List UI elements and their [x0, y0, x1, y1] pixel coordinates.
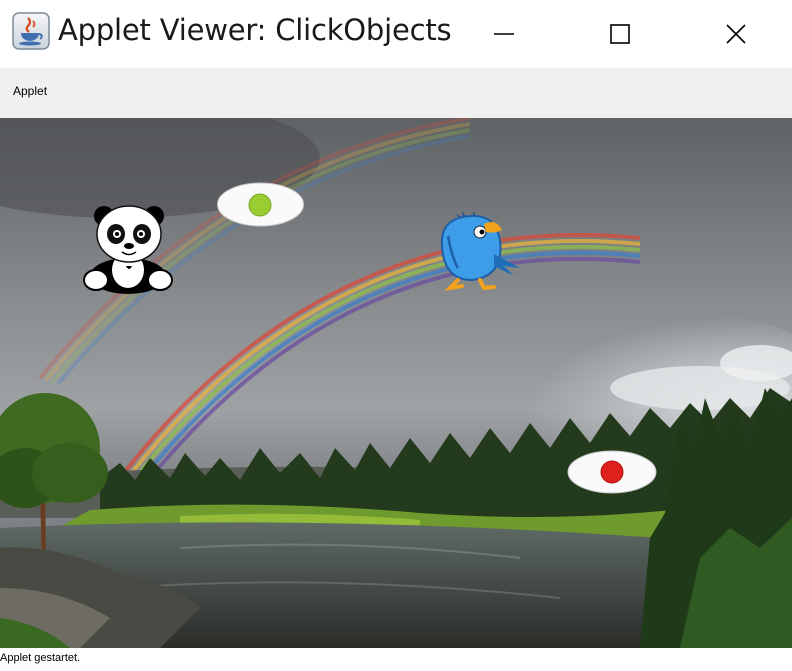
- close-button[interactable]: [678, 0, 792, 68]
- close-icon: [726, 24, 746, 44]
- panda-icon: [83, 205, 173, 294]
- menu-applet[interactable]: Applet: [13, 84, 47, 98]
- green-dot: [248, 193, 272, 217]
- status-text: Applet gestartet.: [0, 652, 81, 664]
- java-cup-icon: [12, 12, 50, 50]
- bird-object[interactable]: [434, 206, 526, 296]
- minimize-icon: [494, 33, 514, 35]
- applet-canvas[interactable]: [0, 118, 792, 648]
- minimize-button[interactable]: [446, 0, 562, 68]
- maximize-button[interactable]: [562, 0, 678, 68]
- maximize-icon: [610, 24, 630, 44]
- red-dot-ellipse[interactable]: [567, 450, 657, 494]
- menu-bar: Applet: [0, 68, 792, 118]
- panda-object[interactable]: [82, 204, 174, 296]
- title-bar[interactable]: Applet Viewer: ClickObjects: [0, 0, 792, 68]
- green-dot-ellipse[interactable]: [216, 182, 305, 227]
- red-dot: [600, 460, 624, 484]
- window-title: Applet Viewer: ClickObjects: [58, 13, 452, 47]
- rainbow-landscape-background: [0, 118, 792, 648]
- blue-bird-icon: [440, 211, 520, 291]
